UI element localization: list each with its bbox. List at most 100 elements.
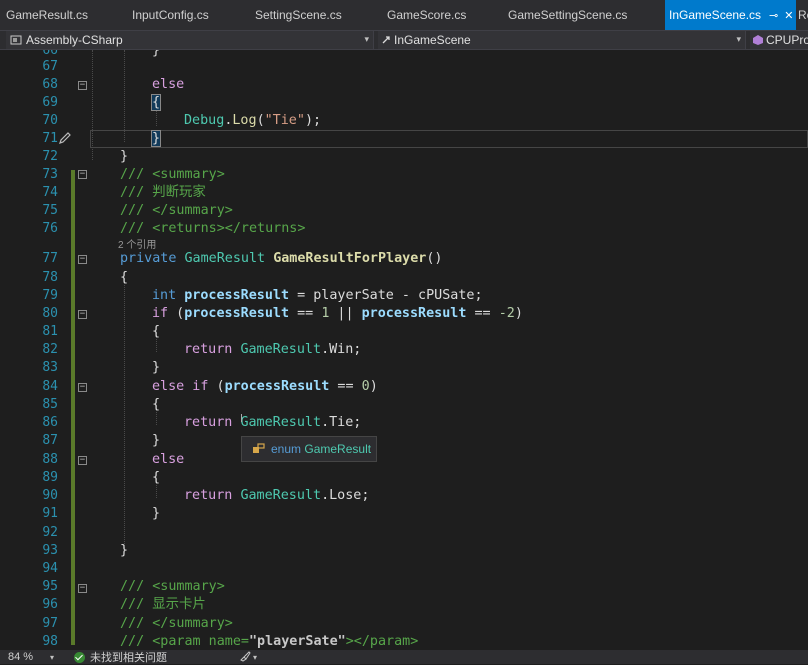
code-text: == — [289, 306, 322, 321]
code-line-71: } — [150, 130, 162, 148]
ok-check-icon — [74, 651, 86, 663]
code-keyword: return — [184, 488, 233, 503]
tab-label: InGameScene.cs — [669, 8, 762, 22]
fold-toggle[interactable]: − — [78, 255, 87, 264]
code-comment: /// 判断玩家 — [120, 185, 206, 200]
line-number: 72 — [42, 149, 58, 164]
code-line-69: { — [150, 94, 162, 112]
code-comment: /// <summary> — [120, 167, 225, 182]
indent-guide — [124, 50, 125, 142]
line-number: 73 — [42, 167, 58, 182]
fold-toggle[interactable]: − — [78, 456, 87, 465]
code-text: { — [120, 270, 129, 285]
tooltip-type: GameResult — [304, 442, 372, 456]
code-line-68: else — [152, 76, 184, 94]
code-comment: /// <summary> — [120, 579, 225, 594]
fold-toggle[interactable]: − — [78, 81, 87, 90]
code-text: { — [152, 397, 161, 412]
code-line-88: else — [152, 451, 184, 469]
code-line-96: /// 显示卡片 — [120, 596, 206, 614]
fold-toggle[interactable]: − — [78, 170, 87, 179]
quick-info-tooltip: enum GameResult — [241, 436, 377, 462]
line-number: 80 — [42, 306, 58, 321]
brush-icon[interactable] — [239, 650, 251, 665]
code-function: Log — [232, 113, 257, 128]
line-number: 87 — [42, 433, 58, 448]
tab-settingscene[interactable]: SettingScene.cs — [245, 0, 375, 30]
tab-gamesettingscene[interactable]: GameSettingScene.cs — [497, 0, 665, 30]
text-cursor — [160, 130, 162, 146]
code-line-98: /// <param name="playerSate"></param> — [120, 633, 418, 650]
code-line-76: /// <returns></returns> — [120, 220, 305, 238]
code-variable: processResult — [224, 379, 330, 394]
line-number: 85 — [42, 397, 58, 412]
code-comment-attr: "playerSate" — [249, 634, 346, 649]
line-number: 89 — [42, 470, 58, 485]
line-number: 96 — [42, 597, 58, 612]
code-line-70: Debug.Log("Tie"); — [184, 112, 321, 130]
close-icon[interactable]: ✕ — [784, 9, 793, 22]
code-line-89: { — [152, 469, 160, 487]
project-dropdown[interactable]: Assembly-CSharp ▾ — [6, 31, 374, 49]
chevron-down-icon[interactable]: ▾ — [253, 653, 257, 662]
csharp-project-icon — [10, 34, 22, 46]
code-text: } — [152, 50, 161, 58]
tab-gameresult[interactable]: GameResult.cs — [0, 0, 122, 30]
method-icon — [752, 34, 764, 46]
code-line-84: else if (processResult == 0) — [152, 378, 378, 396]
code-line-93: } — [120, 542, 128, 560]
code-line-77: private GameResult GameResultForPlayer() — [120, 250, 443, 268]
tooltip-keyword: enum — [271, 442, 302, 456]
tab-bar: GameResult.cs InputConfig.cs SettingScen… — [0, 0, 808, 30]
tab-label: GameScore.cs — [387, 8, 467, 22]
indent-guide — [92, 50, 93, 160]
class-icon — [380, 34, 392, 46]
code-keyword: return — [184, 342, 233, 357]
line-number: 79 — [42, 288, 58, 303]
line-number: 77 — [42, 251, 58, 266]
code-line-75: /// </summary> — [120, 202, 233, 220]
tab-label: SettingScene.cs — [255, 8, 342, 22]
line-number: 90 — [42, 488, 58, 503]
code-line-97: /// </summary> — [120, 615, 233, 633]
tab-label: GameSettingScene.cs — [508, 8, 628, 22]
class-dropdown[interactable]: InGameScene ▾ — [378, 31, 746, 49]
code-text: ) — [514, 306, 523, 321]
code-comment: /// 显示卡片 — [120, 597, 206, 612]
tab-inputconfig[interactable]: InputConfig.cs — [122, 0, 245, 30]
tab-gamescore[interactable]: GameScore.cs — [375, 0, 497, 30]
code-text: } — [120, 149, 129, 164]
chevron-down-icon[interactable]: ▾ — [50, 653, 54, 662]
code-text: } — [152, 360, 161, 375]
code-text: { — [152, 324, 161, 339]
chevron-down-icon: ▾ — [364, 34, 369, 44]
fold-toggle[interactable]: − — [78, 584, 87, 593]
code-number: -2 — [498, 306, 515, 321]
member-dropdown[interactable]: CPUProc — [750, 31, 808, 49]
line-number: 69 — [42, 95, 58, 110]
code-line-90: return GameResult.Lose; — [184, 487, 369, 505]
tab-ingamescene[interactable]: InGameScene.cs ⊸ ✕ — [665, 0, 796, 30]
tab-overflow[interactable]: Re — [796, 0, 808, 30]
project-name: Assembly-CSharp — [26, 33, 123, 47]
fold-toggle[interactable]: − — [78, 383, 87, 392]
line-number: 97 — [42, 616, 58, 631]
code-text: } — [152, 506, 161, 521]
line-number: 92 — [42, 525, 58, 540]
line-number: 78 — [42, 270, 58, 285]
pin-icon[interactable]: ⊸ — [769, 9, 778, 22]
code-text: == — [466, 306, 499, 321]
navigation-bar: Assembly-CSharp ▾ InGameScene ▾ CPUProc — [0, 30, 808, 50]
issues-status[interactable]: 未找到相关问题 — [90, 649, 167, 665]
fold-toggle[interactable]: − — [78, 310, 87, 319]
code-type: GameResult — [240, 342, 322, 357]
code-keyword: else if — [152, 379, 209, 394]
code-line-80: if (processResult == 1 || processResult … — [152, 305, 523, 323]
code-editor[interactable]: 66 67 68 69 70 71 72 73 74 75 76 77 78 79 80 81 82 83 84 85… — [0, 50, 808, 650]
line-number: 75 — [42, 203, 58, 218]
code-line-72: } — [120, 148, 128, 166]
zoom-level[interactable]: 84 % — [0, 651, 50, 663]
line-number: 83 — [42, 360, 58, 375]
code-line-82: return GameResult.Win; — [184, 341, 361, 359]
pencil-icon[interactable] — [58, 130, 72, 144]
